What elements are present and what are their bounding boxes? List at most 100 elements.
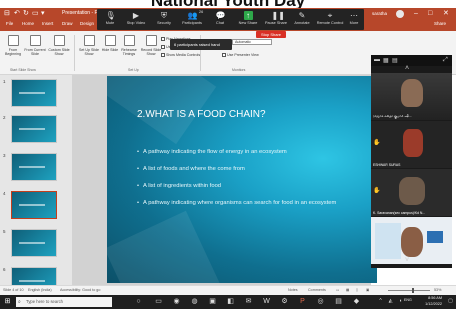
clock-date[interactable]: 1/12/2022 — [416, 302, 442, 306]
set-up-slide-show-button[interactable]: Set Up Slide Show — [78, 35, 100, 57]
presenter-view-checkbox[interactable]: Use Presenter View — [222, 53, 259, 58]
tray-up-icon[interactable]: ^ — [376, 297, 385, 306]
close-icon[interactable]: ✕ — [443, 8, 449, 19]
monitor-select[interactable]: Automatic — [232, 39, 272, 45]
slide-thumbnail[interactable] — [11, 267, 57, 285]
tab-draw[interactable]: Draw — [62, 21, 73, 26]
slide-thumbnail[interactable] — [11, 79, 57, 107]
record-slide-show-button[interactable]: Record Slide Show — [140, 35, 162, 57]
notifications-icon[interactable]: ▢ — [446, 297, 455, 306]
participant-video — [401, 227, 423, 257]
zoom-level[interactable]: 53% — [434, 288, 441, 292]
clock-time[interactable]: 8:56 AM — [416, 296, 442, 300]
task-view-icon[interactable]: ○ — [134, 297, 143, 306]
slide-bullet[interactable]: A list of foods and where the come from — [137, 166, 245, 172]
chevron-up-icon[interactable]: ˄ — [405, 65, 409, 72]
edge-icon[interactable]: ◉ — [172, 297, 181, 306]
participant-video — [399, 177, 425, 205]
view-toggle-icon[interactable]: ▬ — [374, 57, 380, 63]
participant-tile[interactable] — [371, 217, 452, 264]
slide-sorter-icon[interactable]: ▦ — [346, 288, 349, 292]
normal-view-icon[interactable]: ▭ — [336, 288, 339, 292]
settings-icon[interactable]: ⚙ — [280, 297, 289, 306]
tab-home[interactable]: Home — [22, 21, 34, 26]
windows-start-icon[interactable]: ⊞ — [3, 297, 12, 306]
notepad-icon[interactable]: ▤ — [334, 297, 343, 306]
accessibility-status[interactable]: Accessibility: Good to go — [60, 288, 100, 292]
chevron-down-icon[interactable]: ˅ — [405, 257, 409, 264]
undo-icon[interactable]: ↶ — [14, 8, 20, 19]
tab-design[interactable]: Design — [80, 21, 94, 26]
slide-bullet[interactable]: A list of ingredients within food — [137, 183, 221, 189]
share-button[interactable]: Share — [434, 21, 446, 26]
zoom-slider[interactable] — [388, 290, 430, 291]
avatar[interactable] — [396, 9, 404, 18]
notes-button[interactable]: Notes — [288, 288, 298, 292]
microphone-icon: 🎙 — [105, 11, 116, 20]
account-name[interactable]: saratha — [372, 8, 387, 19]
comments-button[interactable]: Comments — [308, 288, 326, 292]
chat-icon: 💬 — [215, 11, 226, 20]
participant-tile[interactable]: ✋ ESHWAR SURAS — [371, 121, 452, 168]
stop-share-button[interactable]: Stop Share — [256, 31, 286, 38]
current-slide[interactable]: 2.WHAT IS A FOOD CHAIN? A pathway indica… — [107, 76, 377, 283]
slide-title[interactable]: 2.WHAT IS A FOOD CHAIN? — [137, 109, 266, 120]
mail-icon[interactable]: ✉ — [244, 297, 253, 306]
more-button[interactable]: ⋯ More — [339, 11, 369, 25]
tab-file[interactable]: File — [6, 21, 13, 26]
tab-insert[interactable]: Insert — [42, 21, 53, 26]
slide-thumbnail-selected[interactable] — [11, 191, 57, 219]
setup-icon — [83, 35, 95, 46]
folder-icon[interactable]: ▣ — [208, 297, 217, 306]
stop-video-label: Stop Video — [126, 21, 146, 25]
stop-video-button[interactable]: ▶ Stop Video — [121, 11, 151, 25]
network-icon[interactable]: ◭ — [386, 297, 395, 306]
maximize-icon[interactable]: □ — [428, 8, 432, 19]
language-indicator[interactable]: English (India) — [28, 288, 52, 292]
pen-icon: ✎ — [298, 11, 306, 20]
custom-slide-show-button[interactable]: Custom Slide Show — [48, 35, 70, 57]
annotate-button[interactable]: ✎ Annotate — [287, 11, 317, 25]
participant-name: ராஜுக் சுகிதா குமார் ஷி... — [373, 114, 412, 118]
participant-tile[interactable]: ராஜுக் சுகிதா குமார் ஷி... — [371, 73, 452, 120]
taskbar-search[interactable]: ⌕ Type here to search — [16, 297, 112, 307]
checkbox-icon — [161, 53, 165, 58]
security-button[interactable]: ⛨ Security — [149, 11, 179, 25]
chrome-icon[interactable]: ◍ — [190, 297, 199, 306]
redo-icon[interactable]: ↻ — [23, 8, 29, 19]
from-current-slide-button[interactable]: From Current Slide — [24, 35, 46, 57]
store-icon[interactable]: ◧ — [226, 297, 235, 306]
minimize-icon[interactable]: – — [414, 8, 418, 19]
thumb-title-line — [19, 280, 45, 282]
collapse-icon[interactable]: ⤢ — [443, 57, 448, 64]
show-media-controls-checkbox[interactable]: Show Media Controls — [161, 53, 200, 58]
rehearse-timings-button[interactable]: Rehearse Timings — [118, 35, 140, 57]
slide-thumbnail[interactable] — [11, 229, 57, 257]
participant-tile[interactable]: ✋ K. Saravanan(sec campus)/Kd N... — [371, 169, 452, 216]
zoom-slider-thumb[interactable] — [412, 288, 414, 293]
word-icon[interactable]: W — [262, 297, 271, 306]
autosave-icon[interactable]: ⊟ — [4, 8, 10, 19]
from-beginning-button[interactable]: From Beginning — [2, 35, 24, 57]
input-language[interactable]: ENG — [404, 298, 412, 302]
gallery-icon[interactable]: ▤ — [392, 57, 398, 64]
slide-bullet[interactable]: A pathway indicating where organisms can… — [137, 200, 336, 206]
present-icon[interactable]: ▭ — [32, 8, 39, 19]
slide-thumbnail[interactable] — [11, 115, 57, 143]
participant-video — [427, 231, 443, 243]
zoom-app-icon[interactable]: ◎ — [316, 297, 325, 306]
slide-bullet[interactable]: A pathway indicating the flow of energy … — [137, 149, 287, 155]
customize-qat-icon[interactable]: ▾ — [41, 8, 45, 19]
grid-icon[interactable]: ▦ — [383, 57, 389, 64]
thumb-title-line — [19, 166, 45, 168]
hide-slide-icon — [104, 35, 116, 46]
app-icon[interactable]: ◆ — [352, 297, 361, 306]
new-share-button[interactable]: ↑ New Share — [233, 11, 263, 25]
slide-thumbnail[interactable] — [11, 153, 57, 181]
reading-view-icon[interactable]: ▯ — [356, 288, 358, 292]
file-explorer-icon[interactable]: ▭ — [154, 297, 163, 306]
raised-hands-notification[interactable]: 6 participants raised hand — [170, 39, 232, 50]
powerpoint-icon[interactable]: P — [298, 297, 307, 306]
slideshow-view-icon[interactable]: ▣ — [366, 288, 369, 292]
chat-button[interactable]: 💬 Chat — [205, 11, 235, 25]
